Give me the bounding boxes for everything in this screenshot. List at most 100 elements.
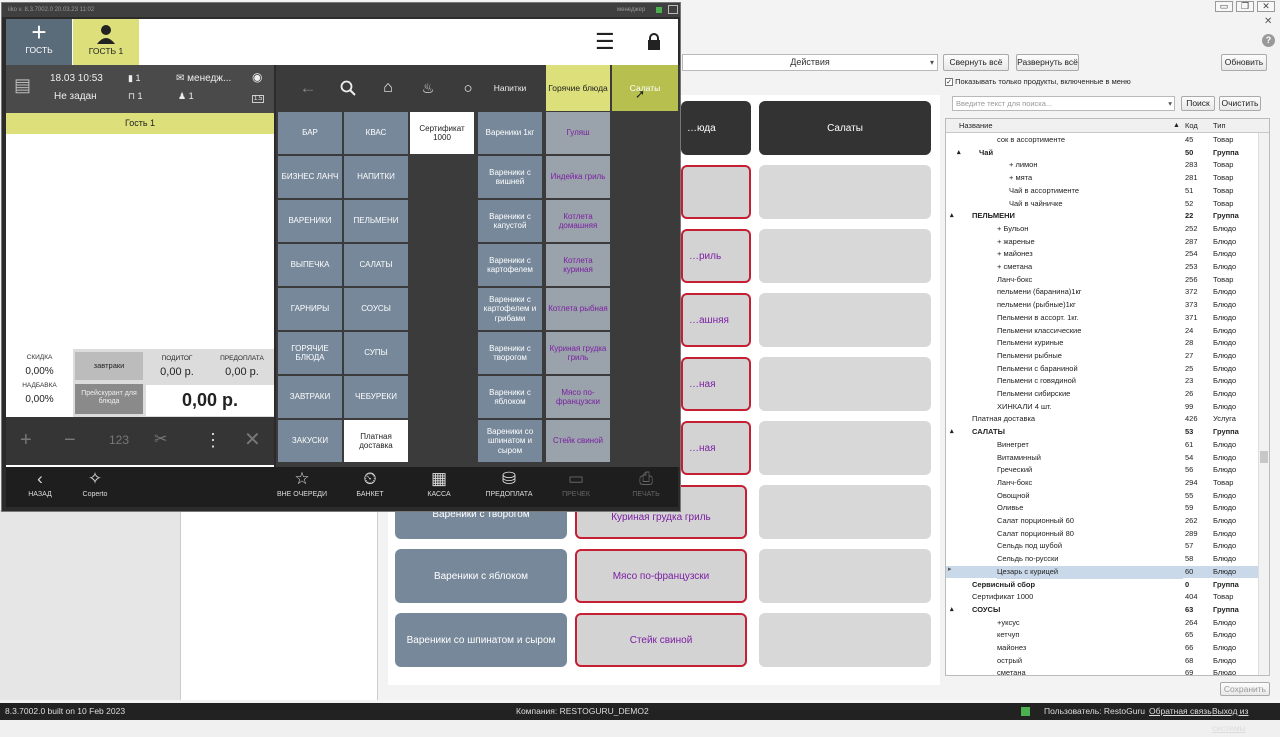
collapse-all-button[interactable]: Свернуть всё [943,54,1009,71]
nav-drinks[interactable]: Напитки [476,65,544,111]
dish-button[interactable]: Вареники с творогом [478,332,542,374]
tree-row[interactable]: сок в ассортименте 45 Товар [946,134,1259,147]
restore-button[interactable]: ❐ [1236,1,1254,12]
nav-hot-dishes[interactable]: Горячие блюда [546,65,610,111]
dish-button[interactable]: Котлета домашняя [546,200,610,242]
tile-chicken-grill[interactable]: …риль [681,229,751,283]
dish-button[interactable]: Стейк свиной [546,420,610,462]
dish-button[interactable]: Котлета куриная [546,244,610,286]
category-button[interactable]: ВАРЕНИКИ [278,200,342,242]
guest-row[interactable]: Гость 1 [6,113,274,134]
category-button[interactable]: ГОРЯЧИЕ БЛЮДА [278,332,342,374]
discount-box[interactable]: СКИДКА 0,00% НАДБАВКА 0,00% [6,349,73,417]
precheck-button[interactable]: ▭ ПРЕЧЕК [556,467,596,507]
dish-button[interactable]: Вареники с яблоком [478,376,542,418]
tree-row[interactable]: Пельмени рыбные 27 Блюдо [946,350,1259,363]
more-vertical-icon[interactable]: ⋮ [204,429,222,451]
tile-cutlet-home[interactable]: …ашняя [681,293,751,347]
tree-row[interactable]: Греческий 56 Блюдо [946,464,1259,477]
tile-empty[interactable] [759,293,931,347]
tree-row[interactable]: ▴ Чай 50 Группа [946,147,1259,160]
help-icon[interactable]: ? [1262,34,1275,47]
tree-row[interactable]: Ланч-бокс 294 Товар [946,477,1259,490]
col-type-header[interactable]: Тип [1213,119,1226,132]
tile-dumplings-spinach[interactable]: Вареники со шпинатом и сыром [395,613,567,667]
tile-meat-french[interactable]: Мясо по-французски [575,549,747,603]
hamburger-menu-icon[interactable]: ☰ [595,31,615,53]
window-box-icon[interactable] [668,5,678,14]
logout-link[interactable]: Выход из системы [1212,703,1280,737]
paid-delivery-button[interactable]: Платная доставка [344,420,408,462]
expand-toggle-icon[interactable]: ▴ [950,426,954,439]
cash-button[interactable]: ▦ КАССА [419,467,459,507]
scissors-icon[interactable]: ✂ [154,429,167,451]
scroll-thumb[interactable] [1260,451,1268,463]
tree-row[interactable]: Чай в чайничке 52 Товар [946,198,1259,211]
tree-row[interactable]: + майонез 254 Блюдо [946,248,1259,261]
tile-salads[interactable]: Салаты [759,101,931,155]
tree-row[interactable]: Витаминный 54 Блюдо [946,452,1259,465]
category-button[interactable]: ЗАКУСКИ [278,420,342,462]
out-of-queue-button[interactable]: ☆ ВНЕ ОЧЕРЕДИ [274,467,330,507]
dish-button[interactable]: Вареники с капустой [478,200,542,242]
certificate-button[interactable]: Сертификат 1000 [410,112,474,154]
category-button[interactable]: ПЕЛЬМЕНИ [344,200,408,242]
category-button[interactable]: САЛАТЫ [344,244,408,286]
tree-row[interactable]: Платная доставка 426 Услуга [946,413,1259,426]
tree-row[interactable]: сметана 69 Блюдо [946,667,1259,675]
tree-row[interactable]: пельмени (баранина)1кг 372 Блюдо [946,286,1259,299]
expand-toggle-icon[interactable]: ▴ [957,147,961,160]
category-button[interactable]: БАР [278,112,342,154]
tree-row[interactable]: + мята 281 Товар [946,172,1259,185]
tile-cutlet-fish[interactable]: …ная [681,421,751,475]
tree-row[interactable]: + сметана 253 Блюдо [946,261,1259,274]
tile-empty[interactable] [759,357,931,411]
tree-row[interactable]: Оливье 59 Блюдо [946,502,1259,515]
tile-empty[interactable] [681,165,751,219]
tree-row[interactable]: Сельдь под шубой 57 Блюдо [946,540,1259,553]
tree-row[interactable]: Цезарь с курицей 60 Блюдо [946,565,1259,579]
product-tree[interactable]: Название ▲ Код Тип сок в ассортименте 45 Т… [945,118,1270,676]
tree-row[interactable]: Пельмени в ассорт. 1кг. 371 Блюдо [946,312,1259,325]
tree-row[interactable]: Чай в ассортименте 51 Товар [946,185,1259,198]
tree-row[interactable]: Пельмени с бараниной 25 Блюдо [946,363,1259,376]
checkbox-icon[interactable]: ✓ [945,78,953,87]
category-button[interactable]: СОУСЫ [344,288,408,330]
coperto-button[interactable]: ✧ Coperto [72,467,118,507]
tree-row[interactable]: Пельмени с говядиной 23 Блюдо [946,375,1259,388]
close-icon[interactable]: ✕ [244,429,261,451]
col-code-header[interactable]: Код [1185,119,1198,132]
tree-row[interactable]: Пельмени сибирские 26 Блюдо [946,388,1259,401]
dish-button[interactable]: Вареники с картофелем и грибами [478,288,542,330]
prepay-button[interactable]: ⛁ ПРЕДОПЛАТА [482,467,536,507]
dish-button[interactable]: Куриная грудка гриль [546,332,610,374]
tile-empty[interactable] [759,229,931,283]
tree-row[interactable]: острый 68 Блюдо [946,655,1259,668]
sort-asc-icon[interactable]: ▲ [1173,119,1180,132]
category-button[interactable]: ВЫПЕЧКА [278,244,342,286]
dish-button[interactable]: Гуляш [546,112,610,154]
tree-row[interactable]: ▴ СОУСЫ 63 Группа [946,604,1259,617]
category-button[interactable]: ЧЕБУРЕКИ [344,376,408,418]
expand-toggle-icon[interactable]: ▴ [950,210,954,223]
tree-row[interactable]: +уксус 264 Блюдо [946,617,1259,630]
tree-row[interactable]: пельмени (рыбные)1кг 373 Блюдо [946,299,1259,312]
close-button[interactable]: ✕ [1257,1,1275,12]
tree-row[interactable]: Сервисный сбор 0 Группа [946,579,1259,592]
tile-empty[interactable] [759,549,931,603]
category-button[interactable]: БИЗНЕС ЛАНЧ [278,156,342,198]
tree-row[interactable]: + лимон 283 Товар [946,159,1259,172]
dish-button[interactable]: Вареники с картофелем [478,244,542,286]
feedback-link[interactable]: Обратная связь [1149,703,1212,720]
dish-button[interactable]: Индейка гриль [546,156,610,198]
tree-row[interactable]: Пельмени куриные 28 Блюдо [946,337,1259,350]
category-button[interactable]: СУПЫ [344,332,408,374]
tile-empty[interactable] [759,613,931,667]
clear-button[interactable]: Очистить [1219,96,1261,111]
tree-row[interactable]: кетчуп 65 Блюдо [946,629,1259,642]
guest1-tab[interactable]: ГОСТЬ 1 [73,19,139,65]
tree-row[interactable]: Сельдь по-русски 58 Блюдо [946,553,1259,566]
tree-row[interactable]: Овощной 55 Блюдо [946,490,1259,503]
pricelist-button[interactable]: Прейскурант для блюда [75,384,143,414]
manager-label[interactable]: ✉ менедж... [176,73,231,84]
